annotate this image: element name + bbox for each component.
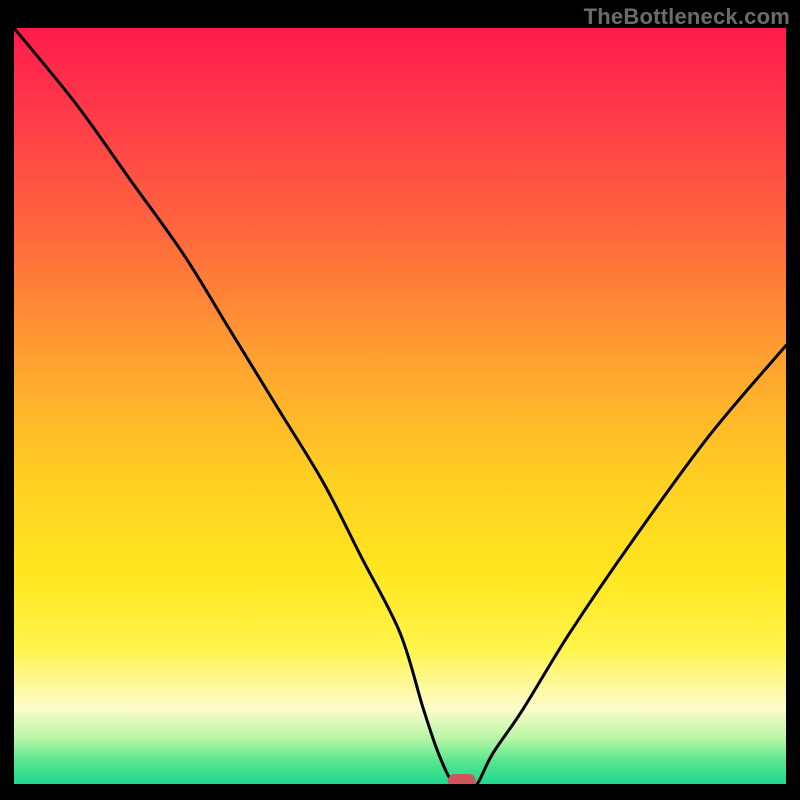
bottleneck-curve: [14, 28, 786, 784]
attribution-text: TheBottleneck.com: [584, 4, 790, 30]
chart-frame: TheBottleneck.com: [0, 0, 800, 800]
optimal-marker: [448, 774, 476, 784]
plot-area: [14, 28, 786, 784]
curve-path: [14, 28, 786, 784]
